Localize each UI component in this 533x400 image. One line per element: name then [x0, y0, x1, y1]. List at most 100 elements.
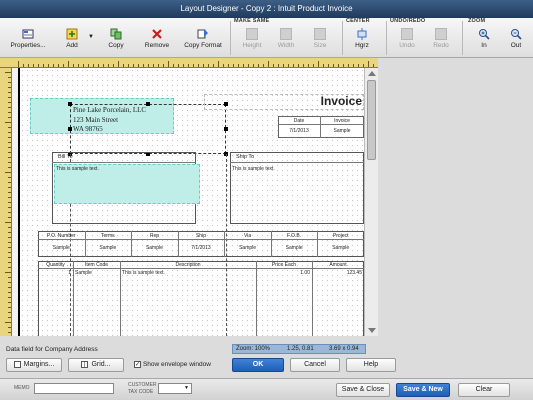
ruler-tick: [8, 282, 11, 283]
show-envelope-checkbox[interactable]: ✓: [134, 361, 141, 368]
ruler-tick: [8, 207, 11, 208]
resize-handle[interactable]: [68, 127, 72, 131]
chevron-down-icon: ▼: [88, 34, 94, 40]
ruler-tick: [8, 257, 11, 258]
properties-button[interactable]: Properties...: [6, 26, 50, 56]
ruler-tick: [63, 64, 64, 67]
zoom-in-button[interactable]: In: [470, 26, 498, 56]
undo-button[interactable]: Undo: [392, 26, 422, 56]
ruler-tick: [128, 64, 129, 67]
undo-redo-group-label: UNDO/REDO: [390, 18, 426, 24]
ruler-tick: [8, 307, 11, 308]
horz-label: Hgrz: [355, 42, 369, 49]
add-dropdown-button[interactable]: ▼: [86, 26, 96, 56]
ruler-tick: [298, 64, 299, 67]
ruler-tick: [193, 64, 194, 67]
ruler-tick: [168, 61, 169, 67]
zoom-out-label: Out: [510, 42, 522, 49]
ruler-tick: [8, 317, 11, 318]
ruler-tick: [68, 61, 69, 67]
zoom-in-label: In: [481, 42, 487, 49]
ruler-tick: [363, 64, 364, 67]
cancel-label: Cancel: [304, 361, 326, 368]
resize-handle[interactable]: [224, 127, 228, 131]
zoom-out-button[interactable]: Out: [502, 26, 530, 56]
info-value: Sample: [52, 245, 70, 251]
vertical-scrollbar[interactable]: [364, 68, 378, 336]
save-close-label: Save & Close: [341, 386, 385, 393]
ok-button[interactable]: OK: [232, 358, 284, 372]
company-address-field[interactable]: Pine Lake Porcelain, LLC 123 Main Street…: [70, 104, 226, 154]
item-header-price-each: Price Each: [271, 262, 297, 268]
grid-button[interactable]: Grid...: [68, 358, 124, 372]
save-new-label: Save & New: [403, 386, 443, 393]
clear-button[interactable]: Clear: [458, 383, 510, 397]
toolbar-separator: [342, 21, 343, 55]
scroll-down-icon[interactable]: [368, 328, 376, 333]
ruler-tick: [8, 297, 11, 298]
ruler-tick: [8, 132, 11, 133]
add-button[interactable]: Add: [58, 26, 86, 56]
ruler-tick: [8, 227, 11, 228]
center-horizontal-button[interactable]: Hgrz: [346, 26, 378, 56]
ruler-tick: [23, 64, 24, 67]
copy-button[interactable]: Copy: [102, 26, 130, 56]
ruler-tick: [8, 97, 11, 98]
save-close-button[interactable]: Save & Close: [336, 383, 390, 397]
show-envelope-option[interactable]: ✓ Show envelope window: [134, 361, 211, 368]
remove-button[interactable]: Remove: [140, 26, 174, 56]
ruler-tick: [8, 152, 11, 153]
ruler-tick: [333, 64, 334, 67]
selection-description: Data field for Company Address: [6, 346, 98, 353]
copy-icon: [110, 28, 122, 40]
ruler-tick: [48, 64, 49, 67]
customer-tax-code-select[interactable]: ▼: [158, 383, 192, 394]
ruler-tick: [343, 64, 344, 67]
info-header: F.O.B.: [287, 233, 302, 239]
ruler-tick: [8, 167, 11, 168]
ruler-tick: [8, 302, 11, 303]
ruler-tick: [278, 64, 279, 67]
ruler-tick: [213, 64, 214, 67]
scroll-up-icon[interactable]: [367, 71, 376, 76]
redo-button[interactable]: Redo: [426, 26, 456, 56]
info-header: Project: [332, 233, 349, 239]
ruler-tick: [5, 222, 11, 223]
ruler-tick: [373, 64, 374, 67]
ruler-tick: [88, 64, 89, 67]
help-button[interactable]: Help: [346, 358, 396, 372]
resize-handle[interactable]: [146, 102, 150, 106]
copy-format-icon: [197, 29, 208, 39]
toolbar-separator: [462, 21, 463, 55]
ruler-tick: [8, 77, 11, 78]
margins-button[interactable]: Margins...: [6, 358, 62, 372]
copy-format-button[interactable]: Copy Format: [182, 26, 224, 56]
ruler-tick: [188, 64, 189, 67]
save-new-button[interactable]: Save & New: [396, 383, 450, 397]
invoice-page[interactable]: Pine Lake Porcelain, LLC 123 Main Street…: [18, 68, 364, 336]
item-description: This is sample text.: [122, 270, 165, 276]
design-canvas[interactable]: Pine Lake Porcelain, LLC 123 Main Street…: [12, 68, 364, 336]
ok-label: OK: [252, 361, 264, 368]
customer-tax-label-1: CUSTOMER: [128, 382, 157, 388]
copy-label: Copy: [108, 42, 124, 49]
info-value: 7/1/2013: [191, 245, 211, 251]
make-same-height-button[interactable]: Height: [236, 26, 268, 56]
toolbar-separator: [230, 21, 231, 55]
make-same-size-button[interactable]: Size: [304, 26, 336, 56]
ruler-tick: [43, 64, 44, 67]
ruler-tick: [303, 64, 304, 67]
invoice-number-header: Invoice: [334, 118, 350, 124]
memo-input[interactable]: [34, 383, 114, 394]
cancel-button[interactable]: Cancel: [290, 358, 340, 372]
ruler-tick: [353, 64, 354, 67]
ruler-tick: [8, 247, 11, 248]
remove-icon: [152, 29, 162, 39]
resize-handle[interactable]: [68, 102, 72, 106]
scroll-thumb[interactable]: [367, 80, 376, 160]
customer-tax-label-2: TAX CODE: [128, 389, 154, 395]
ruler-tick: [248, 64, 249, 67]
make-same-width-button[interactable]: Width: [270, 26, 302, 56]
zoom-level: Zoom: 100%: [236, 346, 271, 352]
ruler-tick: [28, 64, 29, 67]
